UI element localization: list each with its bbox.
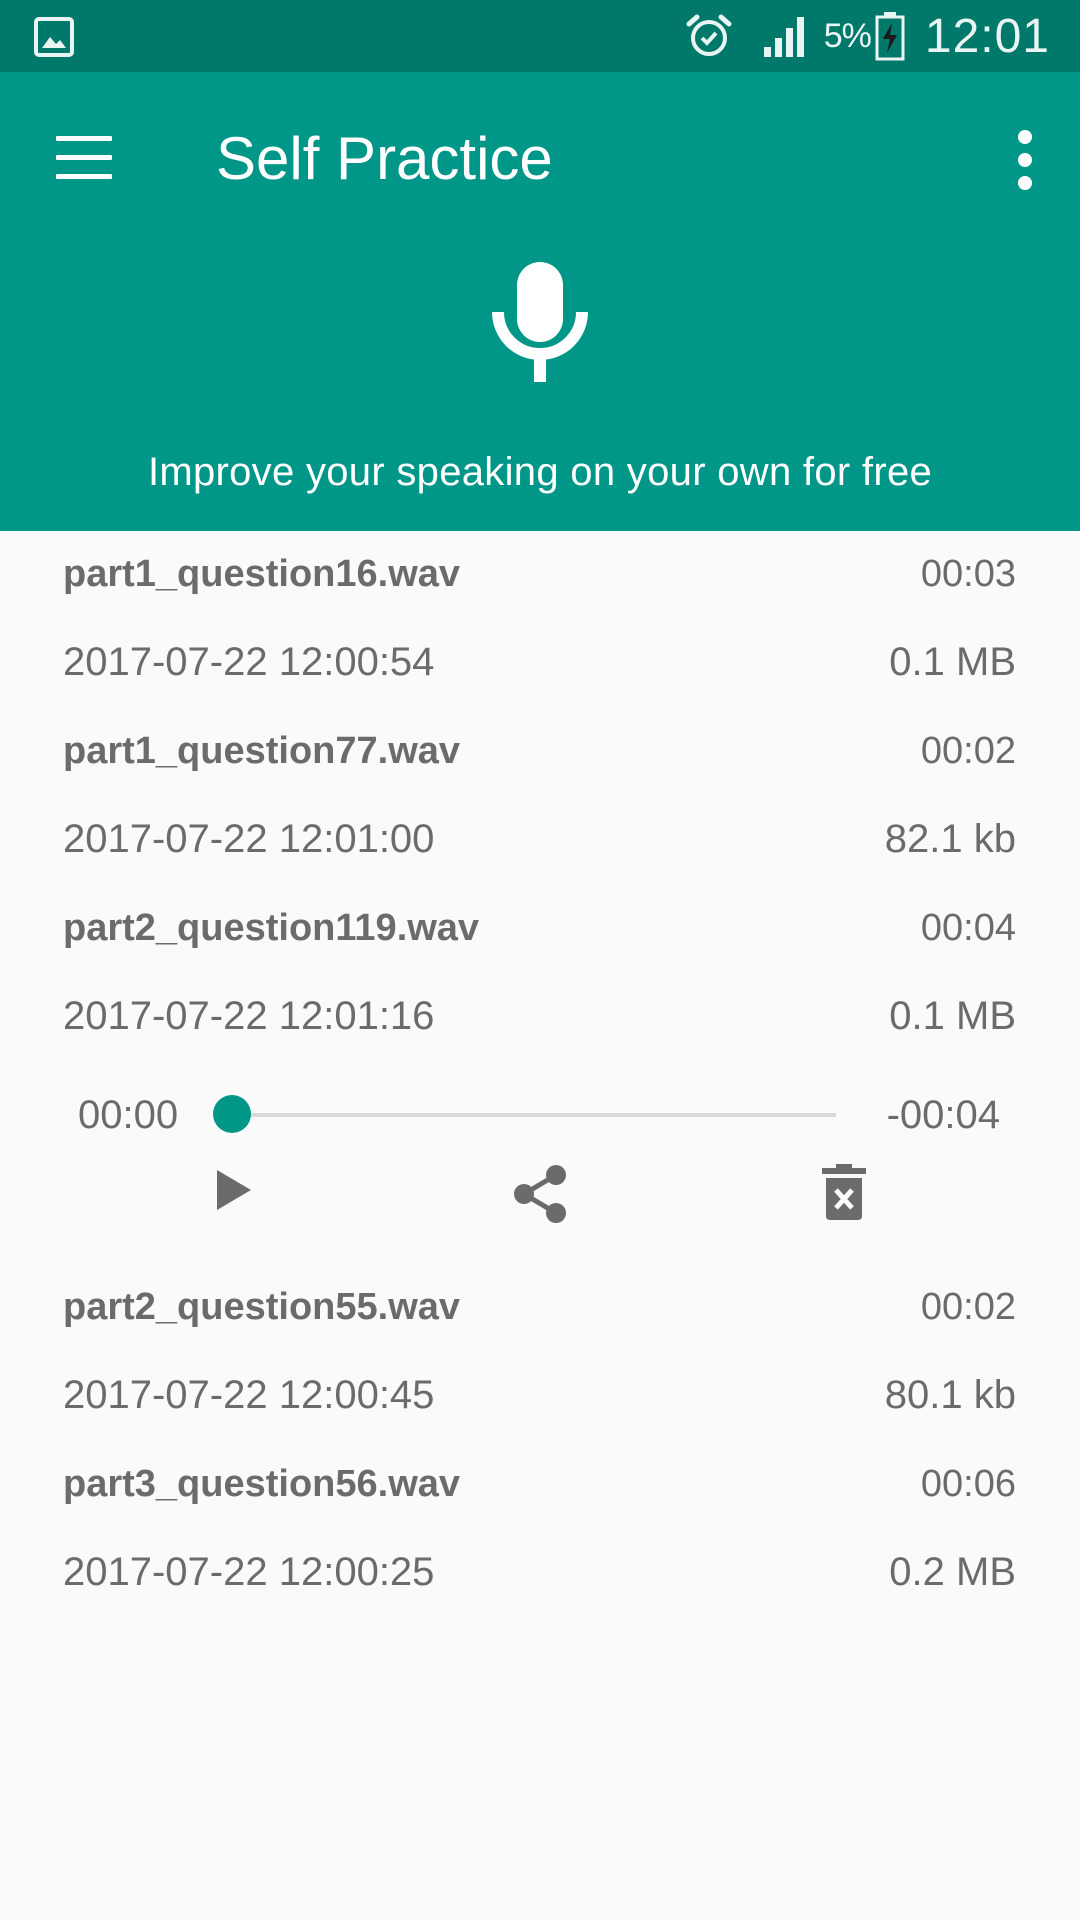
clock: 12:01	[924, 9, 1050, 63]
play-icon[interactable]	[214, 1168, 254, 1212]
recording-duration: 00:03	[920, 553, 1016, 595]
header-subtitle: Improve your speaking on your own for fr…	[147, 450, 933, 494]
recording-name: part2_question55.wav	[63, 1286, 461, 1328]
current-time: 00:00	[78, 1093, 179, 1137]
battery-charging-icon	[875, 12, 905, 61]
battery-percent: 5%	[823, 16, 872, 55]
seek-bar[interactable]	[213, 1095, 836, 1133]
signal-icon	[763, 17, 804, 57]
gallery-icon	[34, 17, 74, 57]
recording-name: part1_question16.wav	[63, 553, 461, 595]
share-icon[interactable]	[510, 1163, 570, 1225]
recording-item[interactable]: part1_question77.wav 00:02 2017-07-22 12…	[0, 708, 1080, 886]
recording-date: 2017-07-22 12:00:45	[63, 1373, 435, 1417]
more-options-button[interactable]	[1010, 130, 1040, 190]
microphone-icon[interactable]	[490, 262, 590, 382]
recording-name: part1_question77.wav	[63, 730, 461, 772]
recording-duration: 00:02	[920, 1286, 1016, 1328]
recording-item[interactable]: part3_question56.wav 00:06 2017-07-22 12…	[0, 1441, 1080, 1619]
menu-icon	[56, 136, 112, 141]
page-title: Self Practice	[216, 125, 553, 192]
recording-item-selected[interactable]: part2_question119.wav 00:04 2017-07-22 1…	[0, 885, 1080, 1063]
alarm-icon	[686, 14, 732, 56]
app-header: Self Practice Improve your speaking on y…	[0, 72, 1080, 531]
recording-item[interactable]: part1_question16.wav 00:03 2017-07-22 12…	[0, 531, 1080, 709]
recording-date: 2017-07-22 12:00:54	[63, 640, 435, 684]
status-bar: 5% 12:01	[0, 0, 1080, 72]
recording-item[interactable]: part2_question55.wav 00:02 2017-07-22 12…	[0, 1264, 1080, 1442]
recording-duration: 00:04	[920, 907, 1016, 949]
audio-player: 00:00 -00:04	[0, 1075, 1080, 1275]
recording-duration: 00:06	[920, 1463, 1016, 1505]
more-vert-icon	[1018, 130, 1032, 144]
recording-name: part3_question56.wav	[63, 1463, 461, 1505]
recording-size: 0.1 MB	[889, 640, 1016, 684]
recording-size: 0.1 MB	[889, 994, 1016, 1038]
recording-name: part2_question119.wav	[63, 907, 480, 949]
remaining-time: -00:04	[886, 1093, 1000, 1137]
recording-duration: 00:02	[920, 730, 1016, 772]
recording-date: 2017-07-22 12:00:25	[63, 1550, 435, 1594]
recording-date: 2017-07-22 12:01:00	[63, 817, 435, 861]
seek-bar-thumb[interactable]	[213, 1095, 251, 1133]
recording-size: 80.1 kb	[884, 1373, 1016, 1417]
recording-size: 82.1 kb	[884, 817, 1016, 861]
recording-date: 2017-07-22 12:01:16	[63, 994, 435, 1038]
recording-size: 0.2 MB	[889, 1550, 1016, 1594]
menu-button[interactable]	[56, 136, 112, 180]
delete-icon[interactable]	[822, 1164, 866, 1220]
